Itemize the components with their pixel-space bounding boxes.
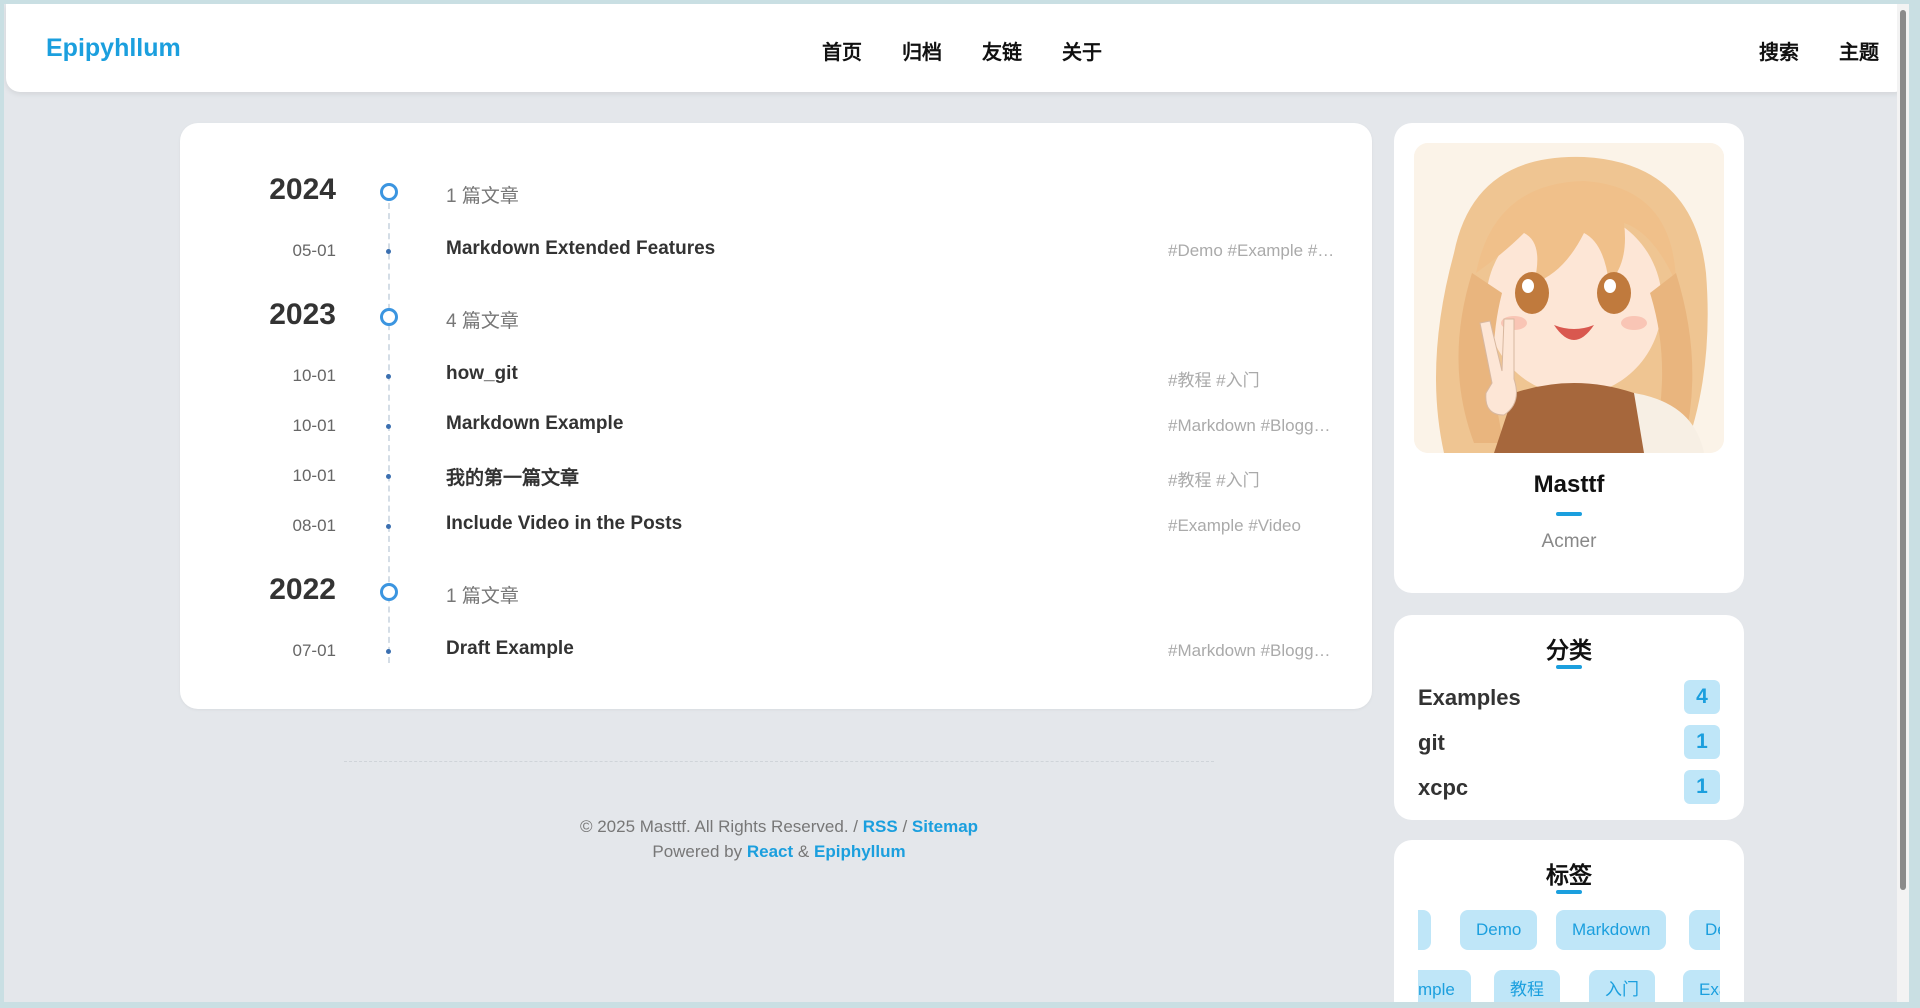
post-tags: #Markdown #Blogg… — [1168, 641, 1331, 660]
nav-actions: 搜索 主题 — [1759, 36, 1879, 65]
archive-timeline-card: 2024 1 篇文章 05-01 Markdown Extended Featu… — [180, 123, 1372, 709]
nav-about[interactable]: 关于 — [1062, 36, 1102, 65]
profile-accent-bar — [1556, 512, 1582, 516]
main-nav: 首页 归档 友链 关于 — [822, 36, 1102, 65]
copyright-text: © 2025 Masttf. All Rights Reserved. / — [579, 817, 858, 836]
tag-cloud-marquee: n Demo Markdown De xample 教程 入门 Exa — [1418, 910, 1720, 1002]
footer-line-1: © 2025 Masttf. All Rights Reserved. / RS… — [344, 814, 1214, 839]
epiphyllum-link[interactable]: Epiphyllum — [814, 842, 906, 861]
tag-pill[interactable]: Markdown — [1556, 910, 1667, 950]
category-name: git — [1418, 730, 1445, 755]
post-tags: #教程 #入门 — [1168, 471, 1260, 490]
post-row[interactable]: 10-01 Markdown Example #Markdown #Blogg… — [180, 411, 1372, 441]
post-date: 10-01 — [292, 366, 336, 385]
tag-pill[interactable]: De — [1689, 910, 1720, 950]
post-title-link[interactable]: Draft Example — [446, 638, 574, 660]
category-item[interactable]: xcpc 1 — [1418, 770, 1720, 804]
categories-accent-bar — [1556, 665, 1582, 669]
post-tags: #Example #Video — [1168, 516, 1301, 535]
tag-pill[interactable]: Exa — [1683, 970, 1720, 1002]
year-group-2023: 2023 4 篇文章 — [180, 296, 1372, 336]
post-marker-dot — [386, 649, 391, 654]
categories-card: 分类 Examples 4 git 1 xcpc 1 — [1394, 615, 1744, 820]
brand-logo-link[interactable]: Epipyhllum — [46, 34, 181, 63]
top-navbar: Epipyhllum 首页 归档 友链 关于 搜索 主题 — [6, 4, 1909, 92]
powered-by-text: Powered by — [652, 842, 743, 861]
tag-pill[interactable]: Demo — [1460, 910, 1538, 950]
profile-role: Acmer — [1541, 531, 1597, 552]
post-title-link[interactable]: Include Video in the Posts — [446, 513, 682, 535]
footer-divider — [344, 761, 1214, 762]
tags-title: 标签 — [1546, 862, 1592, 888]
year-label: 2023 — [269, 298, 336, 331]
nav-archive[interactable]: 归档 — [902, 36, 942, 65]
year-marker-dot — [380, 183, 398, 201]
avatar-illustration — [1414, 143, 1724, 453]
avatar — [1414, 143, 1724, 453]
sitemap-link[interactable]: Sitemap — [912, 817, 978, 836]
post-date: 10-01 — [292, 466, 336, 485]
post-row[interactable]: 08-01 Include Video in the Posts #Exampl… — [180, 511, 1372, 541]
year-post-count: 1 篇文章 — [446, 586, 519, 607]
category-name: xcpc — [1418, 775, 1469, 800]
category-item[interactable]: git 1 — [1418, 725, 1720, 759]
year-post-count: 4 篇文章 — [446, 311, 519, 332]
post-title-link[interactable]: Markdown Extended Features — [446, 238, 715, 260]
category-count-badge: 4 — [1684, 680, 1720, 714]
post-tags: #Markdown #Blogg… — [1168, 416, 1331, 435]
post-marker-dot — [386, 524, 391, 529]
post-row[interactable]: 05-01 Markdown Extended Features #Demo #… — [180, 236, 1372, 266]
post-row[interactable]: 10-01 how_git #教程 #入门 — [180, 361, 1372, 391]
scrollbar-thumb[interactable] — [1900, 10, 1906, 890]
post-tags: #教程 #入门 — [1168, 371, 1260, 390]
footer-ampersand: & — [797, 842, 810, 861]
post-date: 10-01 — [292, 416, 336, 435]
category-count-badge: 1 — [1684, 725, 1720, 759]
year-post-count: 1 篇文章 — [446, 186, 519, 207]
category-name: Examples — [1418, 685, 1521, 710]
theme-button[interactable]: 主题 — [1839, 36, 1879, 65]
nav-home[interactable]: 首页 — [822, 36, 862, 65]
profile-card: Masttf Acmer — [1394, 123, 1744, 593]
profile-name: Masttf — [1533, 471, 1605, 498]
post-row[interactable]: 07-01 Draft Example #Markdown #Blogg… — [180, 636, 1372, 666]
page-scrollbar[interactable] — [1897, 4, 1909, 1002]
post-row[interactable]: 10-01 我的第一篇文章 #教程 #入门 — [180, 461, 1372, 491]
categories-title: 分类 — [1546, 637, 1592, 663]
post-title-link[interactable]: Markdown Example — [446, 413, 623, 435]
post-title-link[interactable]: 我的第一篇文章 — [446, 463, 579, 490]
page-frame: Epipyhllum 首页 归档 友链 关于 搜索 主题 2024 1 篇文章 … — [4, 4, 1909, 1002]
tag-pill[interactable]: 教程 — [1494, 970, 1560, 1002]
tags-card: 标签 n Demo Markdown De xample 教程 入门 Exa — [1394, 840, 1744, 1002]
post-marker-dot — [386, 249, 391, 254]
post-date: 05-01 — [292, 241, 336, 260]
tag-pill[interactable]: 入门 — [1589, 970, 1655, 1002]
year-label: 2024 — [269, 173, 336, 206]
post-marker-dot — [386, 374, 391, 379]
footer-separator: / — [902, 817, 908, 836]
rss-link[interactable]: RSS — [863, 817, 898, 836]
search-button[interactable]: 搜索 — [1759, 36, 1799, 65]
tag-pill[interactable]: xample — [1418, 970, 1471, 1002]
year-group-2024: 2024 1 篇文章 — [180, 171, 1372, 211]
footer-line-2: Powered by React & Epiphyllum — [344, 839, 1214, 864]
post-title-link[interactable]: how_git — [446, 363, 518, 385]
post-date: 07-01 — [292, 641, 336, 660]
post-tags: #Demo #Example #… — [1168, 241, 1335, 260]
post-marker-dot — [386, 474, 391, 479]
year-group-2022: 2022 1 篇文章 — [180, 571, 1372, 611]
post-date: 08-01 — [292, 516, 336, 535]
react-link[interactable]: React — [747, 842, 793, 861]
nav-friends[interactable]: 友链 — [982, 36, 1022, 65]
year-marker-dot — [380, 583, 398, 601]
site-footer: © 2025 Masttf. All Rights Reserved. / RS… — [344, 814, 1214, 864]
year-marker-dot — [380, 308, 398, 326]
category-item[interactable]: Examples 4 — [1418, 680, 1720, 714]
post-marker-dot — [386, 424, 391, 429]
year-label: 2022 — [269, 573, 336, 606]
tag-pill[interactable]: n — [1418, 910, 1432, 950]
category-count-badge: 1 — [1684, 770, 1720, 804]
tags-accent-bar — [1556, 890, 1582, 894]
